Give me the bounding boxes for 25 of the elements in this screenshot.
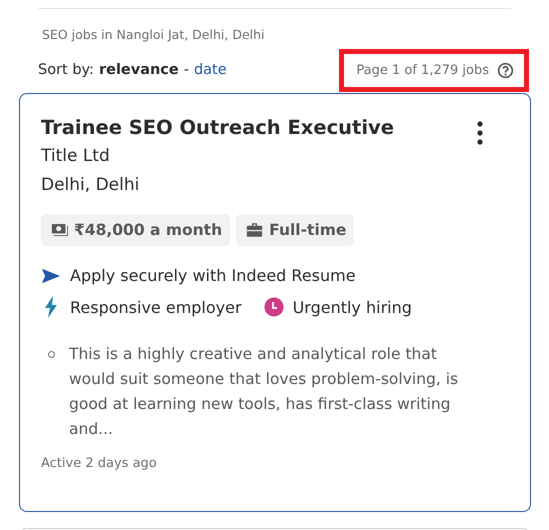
- help-icon[interactable]: [497, 62, 514, 78]
- feature-text: Apply securely with Indeed Resume: [70, 266, 356, 285]
- sort-option[interactable]: date: [194, 62, 227, 78]
- briefcase-icon: [246, 222, 264, 238]
- job-type-text: Full-time: [269, 221, 346, 239]
- lightning-icon: [44, 296, 58, 318]
- bullet-icon: [48, 351, 55, 358]
- feature-text: Urgently hiring: [292, 298, 412, 316]
- clock-icon: [264, 297, 284, 317]
- job-location: Delhi, Delhi: [41, 174, 140, 197]
- company-name: Title Ltd: [41, 145, 111, 168]
- salary-text: ₹48,000 a month: [74, 221, 222, 239]
- money-icon: [51, 222, 68, 238]
- posted-date: Active 2 days ago: [41, 456, 158, 471]
- job-title[interactable]: Trainee SEO Outreach Executive: [41, 114, 394, 142]
- more-options-icon[interactable]: [476, 121, 484, 145]
- job-snippet: This is a highly creative and analytical role that would suit someone that loves problem-solving, is good at learning new tools, has first-class writing and...: [69, 344, 460, 440]
- search-summary: SEO jobs in Nangloi Jat, Delhi, Delhi: [42, 27, 266, 42]
- job-card[interactable]: [19, 93, 531, 512]
- separator-text: -: [184, 62, 189, 78]
- sort-label: Sort by:: [38, 62, 94, 78]
- page-count: Page 1 of 1,279 jobs: [356, 62, 489, 78]
- feature-text: Responsive employer: [70, 298, 242, 316]
- sort-option: relevance: [98, 62, 179, 78]
- send-arrow-icon: [41, 266, 61, 284]
